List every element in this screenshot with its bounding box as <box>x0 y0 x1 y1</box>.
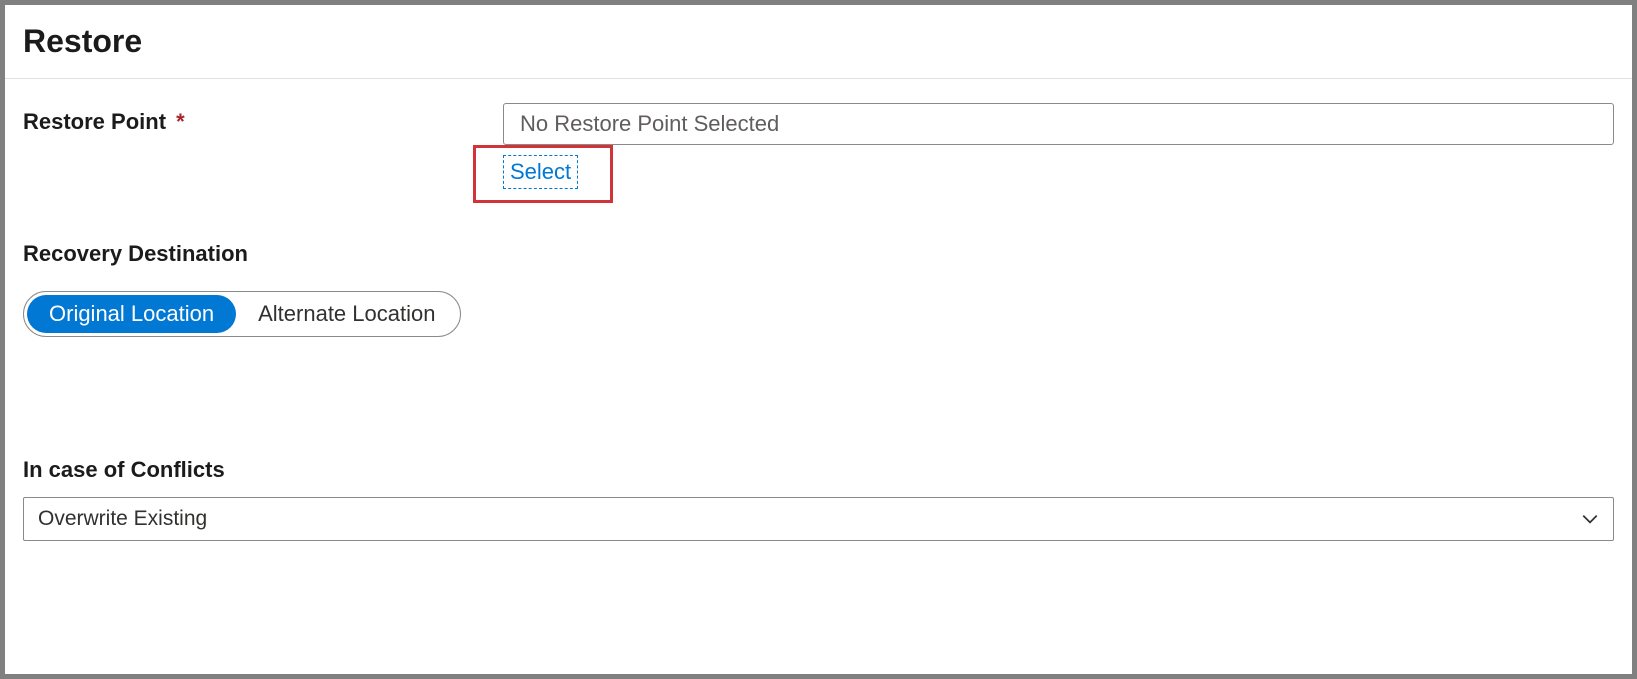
conflicts-selected-text: Overwrite Existing <box>38 507 207 531</box>
required-indicator: * <box>176 109 185 134</box>
conflicts-label: In case of Conflicts <box>23 457 1614 483</box>
alternate-location-option[interactable]: Alternate Location <box>236 295 457 333</box>
recovery-destination-label: Recovery Destination <box>23 241 1614 267</box>
conflicts-section: In case of Conflicts Overwrite Existing <box>23 457 1614 541</box>
restore-point-label: Restore Point * <box>23 103 503 135</box>
original-location-option[interactable]: Original Location <box>27 295 236 333</box>
restore-point-row: Restore Point * <box>23 103 1614 145</box>
recovery-destination-toggle: Original Location Alternate Location <box>23 291 461 337</box>
select-link-wrap: Select <box>503 151 633 211</box>
restore-point-label-text: Restore Point <box>23 109 166 134</box>
select-restore-point-link[interactable]: Select <box>503 155 578 189</box>
restore-point-input[interactable] <box>503 103 1614 145</box>
restore-point-field <box>503 103 1614 145</box>
page-title: Restore <box>23 23 1614 60</box>
divider <box>5 78 1632 79</box>
chevron-down-icon <box>1581 510 1599 528</box>
conflicts-dropdown[interactable]: Overwrite Existing <box>23 497 1614 541</box>
